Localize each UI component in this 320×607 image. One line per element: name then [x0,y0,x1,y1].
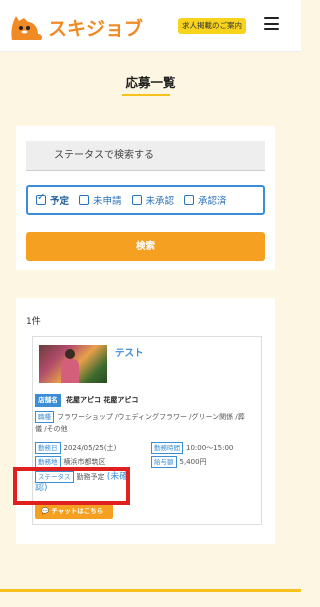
checkbox-icon[interactable] [36,192,46,205]
hamburger-menu-icon[interactable] [264,17,279,30]
status-filter-group: 予定 未申請 未承認 承認済 [26,185,265,215]
recruit-info-button[interactable]: 求人掲載のご案内 [178,18,246,34]
status-checkbox-label: 未申請 [93,196,122,207]
highlight-box [13,467,130,505]
status-checkbox-approved[interactable]: 承認済 [184,193,227,207]
page-title: 応募一覧 [125,75,176,90]
shop-name-badge: 店舗名 [35,394,61,407]
logo[interactable]: スキジョブ [8,10,143,44]
job-title-link[interactable]: テスト [115,345,144,359]
chat-button[interactable]: 💬 チャットはこちら [35,504,113,519]
chat-bubble-icon: 💬 [41,507,50,515]
person-image [65,349,75,359]
result-count: 1件 [26,317,41,327]
work-time-row: 勤務時間 10:00～15:00 [151,442,233,454]
shop-name: 花屋アピコ 花屋アピコ [66,396,139,404]
footer [0,592,301,607]
chat-button-label: チャットはこちら [51,507,104,515]
occupation-row-continued: 儀 /その他 [35,425,68,433]
work-time-tag: 勤務時間 [151,442,183,454]
person-body-image [61,359,79,383]
status-search-input[interactable]: ステータスで検索する [26,141,265,171]
logo-text: スキジョブ [48,17,144,40]
checkbox-icon[interactable] [79,195,90,205]
job-thumbnail[interactable] [39,345,107,383]
status-checkbox-unapplied[interactable]: 未申請 [79,193,122,207]
header: スキジョブ 求人掲載のご案内 [0,0,301,52]
status-checkbox-label: 未承認 [145,196,175,207]
work-date-row: 勤務日 2024/05/25(土) [35,442,116,454]
occupation-tag: 職種 [35,411,54,423]
work-area-value: 横浜市都筑区 [63,458,106,466]
wage-tag: 給与額 [151,456,177,468]
work-date-value: 2024/05/25(土) [63,444,117,452]
work-time-value: 10:00～15:00 [186,444,234,452]
wage-row: 給与額 5,400円 [151,456,207,468]
status-checkbox-scheduled[interactable]: 予定 [36,192,70,207]
search-button[interactable]: 検索 [26,232,265,261]
title-underline [122,94,170,96]
occupation-value: フラワーショップ /ウェディングフラワー /グリーン関係 /葬 [57,413,245,421]
search-panel: ステータスで検索する 予定 未申請 未承認 承認済 検索 [16,126,275,270]
checkbox-icon[interactable] [184,195,195,205]
status-checkbox-unapproved[interactable]: 未承認 [131,193,175,207]
checkbox-icon[interactable] [131,195,142,205]
occupation-row: 職種 フラワーショップ /ウェディングフラワー /グリーン関係 /葬 [35,411,261,423]
cat-logo-icon [11,16,43,40]
status-checkbox-label: 承認済 [198,196,227,207]
results-panel: 1件 テスト 店舗名 花屋アピコ 花屋アピコ 職種 フラワーショップ /ウェディン… [16,298,275,544]
status-checkbox-label: 予定 [50,196,70,207]
work-date-tag: 勤務日 [35,442,61,454]
wage-value: 5,400円 [179,458,207,466]
